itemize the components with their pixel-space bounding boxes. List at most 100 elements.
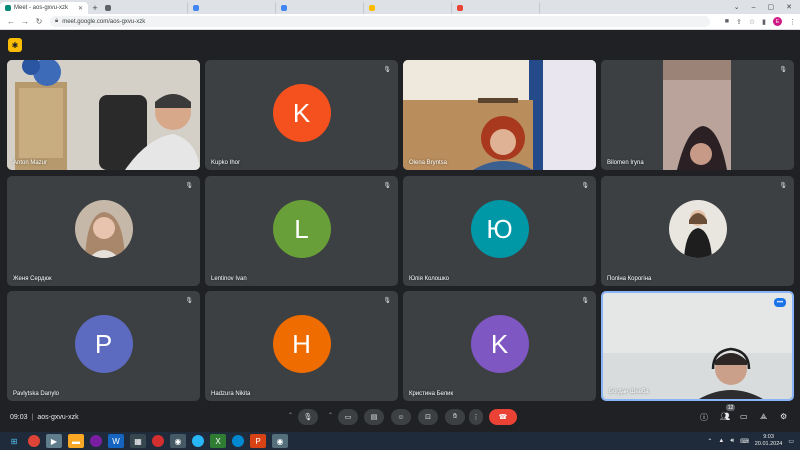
chrome-window-taskbar-icon[interactable]: ◉ <box>170 434 186 448</box>
tray-time: 9:03 <box>763 434 774 440</box>
browser-tab-5[interactable] <box>364 2 452 14</box>
tab-favicon-icon <box>369 5 375 11</box>
participant-name: Bilomen Iryna <box>607 160 644 166</box>
maximize-icon[interactable]: ▢ <box>768 3 775 11</box>
windows-start-icon[interactable]: ⊞ <box>6 434 22 448</box>
profile-avatar[interactable]: E <box>773 17 782 26</box>
activities-icon[interactable]: ⟁ <box>760 412 767 422</box>
video-feed <box>601 60 794 170</box>
captions-button[interactable]: ▤ <box>364 409 384 425</box>
participant-tile[interactable]: 🎙︎ Bilomen Iryna <box>601 60 794 170</box>
tray-clock[interactable]: 9:03 20.01.2024 <box>755 434 783 448</box>
meet-controls-bar: 09:03 | aos-gxvu-xzk ⌃ 🎙︎ ⌃ ▭ ▤ ☺ ⊡ ✋︎ ⋮ ☎… <box>0 402 800 432</box>
mic-off-icon: 🎙︎ <box>581 183 589 189</box>
share-icon[interactable]: ⇪ <box>736 18 742 26</box>
mic-off-icon: 🎙︎ <box>185 298 193 304</box>
back-icon[interactable]: ← <box>4 17 18 26</box>
lock-icon: 🔒︎ <box>55 18 59 24</box>
participant-tile[interactable]: 🎙︎ L Lentinov Ivan <box>205 176 398 286</box>
forward-icon[interactable]: → <box>18 17 32 26</box>
participant-tile[interactable]: Olena Bryntsa <box>403 60 596 170</box>
network-icon[interactable]: ▲ <box>718 438 724 444</box>
tray-date: 20.01.2024 <box>754 441 783 447</box>
browser-tab-2[interactable] <box>100 2 188 14</box>
more-vert-icon: ⋮ <box>472 414 480 421</box>
tile-options-icon[interactable]: ••• <box>774 298 786 307</box>
raise-hand-button[interactable]: ✋︎ <box>445 409 465 425</box>
participant-name: Lentinov Ivan <box>211 276 247 282</box>
volume-icon[interactable]: 🔊︎ <box>730 438 734 445</box>
reload-icon[interactable]: ↻ <box>32 17 46 26</box>
mic-off-icon: 🎙︎ <box>779 183 787 189</box>
tray-chevron-icon[interactable]: ⌃ <box>707 438 712 445</box>
chrome-taskbar-icon[interactable] <box>28 435 40 447</box>
new-tab-button[interactable]: + <box>90 3 100 13</box>
end-call-icon: ☎ <box>498 414 508 421</box>
tab-search-icon[interactable]: ⌄ <box>734 3 740 11</box>
browser-tab-meet[interactable]: Meet - aos-gxvu-xzk ✕ <box>0 2 88 14</box>
present-button[interactable]: ⊡ <box>418 409 438 425</box>
video-feed <box>403 60 596 170</box>
participant-name: Богдан Шевба <box>609 389 649 395</box>
close-window-icon[interactable]: ✕ <box>786 3 792 11</box>
minimize-icon[interactable]: – <box>752 4 756 11</box>
edge-taskbar-icon[interactable] <box>232 435 244 447</box>
participant-avatar: Ю <box>470 200 529 258</box>
close-tab-icon[interactable]: ✕ <box>78 5 83 12</box>
browser-tab-6[interactable] <box>452 2 540 14</box>
camera-indicator-icon[interactable]: ■ <box>725 18 729 25</box>
participant-tile[interactable]: 🎙︎ K Kupko Ihor <box>205 60 398 170</box>
chrome-active-taskbar-icon[interactable]: ◉ <box>272 434 288 448</box>
present-icon: ⊡ <box>425 414 431 421</box>
captions-icon: ▤ <box>370 414 378 421</box>
participant-name: Hadzura Nikita <box>211 391 251 397</box>
sidebar-icon[interactable]: ▮ <box>762 18 766 26</box>
address-bar[interactable]: 🔒︎ meet.google.com/aos-gxvu-xzk <box>50 16 710 27</box>
app-taskbar-icon[interactable]: ▦ <box>130 434 146 448</box>
video-options-chevron-icon[interactable]: ⌃ <box>328 412 333 419</box>
host-controls-icon[interactable]: ⚙︎ <box>780 412 787 421</box>
reactions-button[interactable]: ☺ <box>391 409 411 425</box>
browser-menu-icon[interactable]: ⋮ <box>789 18 796 26</box>
excel-taskbar-icon[interactable]: X <box>210 434 226 448</box>
media-player-taskbar-icon[interactable]: ▶ <box>46 434 62 448</box>
telegram-taskbar-icon[interactable] <box>192 435 204 447</box>
participant-tile[interactable]: 🎙︎ K Кристина Белик <box>403 291 596 401</box>
participant-name: Поліна Корогіна <box>607 276 652 282</box>
window-controls: ⌄ – ▢ ✕ <box>734 0 800 14</box>
opera-taskbar-icon[interactable] <box>152 435 164 447</box>
chat-icon[interactable]: ▭ <box>740 412 748 421</box>
info-icon[interactable]: ⓘ <box>700 412 708 423</box>
file-explorer-taskbar-icon[interactable]: ▬ <box>68 434 84 448</box>
raise-hand-icon: ✋︎ <box>453 413 457 420</box>
participant-tile[interactable]: 🎙︎ Ю Юлія Колошко <box>403 176 596 286</box>
more-options-button[interactable]: ⋮ <box>469 409 483 425</box>
keyboard-icon[interactable]: ⌨ <box>740 438 749 445</box>
participant-tile[interactable]: 🎙︎ Жeня Сердюк <box>7 176 200 286</box>
browser-tab-4[interactable] <box>276 2 364 14</box>
participant-tile[interactable]: Anton Mazur <box>7 60 200 170</box>
participant-avatar: H <box>272 315 331 373</box>
camera-toggle-button[interactable]: ▭ <box>338 409 358 425</box>
people-icon[interactable]: 👥︎ <box>720 412 730 421</box>
word-taskbar-icon[interactable]: W <box>108 434 124 448</box>
participant-tile[interactable]: 🎙︎ Поліна Корогіна <box>601 176 794 286</box>
emoji-icon: ☺ <box>397 413 405 421</box>
browser-toolbar: ← → ↻ 🔒︎ meet.google.com/aos-gxvu-xzk ■ … <box>0 14 800 30</box>
bookmark-star-icon[interactable]: ☆ <box>749 18 755 26</box>
powerpoint-taskbar-icon[interactable]: P <box>250 434 266 448</box>
browser-tabbar: Meet - aos-gxvu-xzk ✕ + ⌄ – ▢ ✕ <box>0 0 800 14</box>
participant-avatar: K <box>272 84 331 142</box>
participant-tile[interactable]: 🎙︎ P Pavlytska Danylo <box>7 291 200 401</box>
audio-options-chevron-icon[interactable]: ⌃ <box>288 412 293 419</box>
participant-tile-self[interactable]: ••• Богдан Шевба <box>601 291 794 401</box>
viber-taskbar-icon[interactable] <box>90 435 102 447</box>
participant-name: Kupko Ihor <box>211 160 241 166</box>
mic-toggle-button[interactable]: 🎙︎ <box>298 409 318 425</box>
notifications-icon[interactable]: ▭ <box>788 438 794 445</box>
leave-call-button[interactable]: ☎ <box>489 409 517 425</box>
participant-tile[interactable]: 🎙︎ H Hadzura Nikita <box>205 291 398 401</box>
participant-avatar: L <box>272 200 331 258</box>
meet-logo-icon[interactable]: ✱ <box>8 38 22 52</box>
browser-tab-3[interactable] <box>188 2 276 14</box>
